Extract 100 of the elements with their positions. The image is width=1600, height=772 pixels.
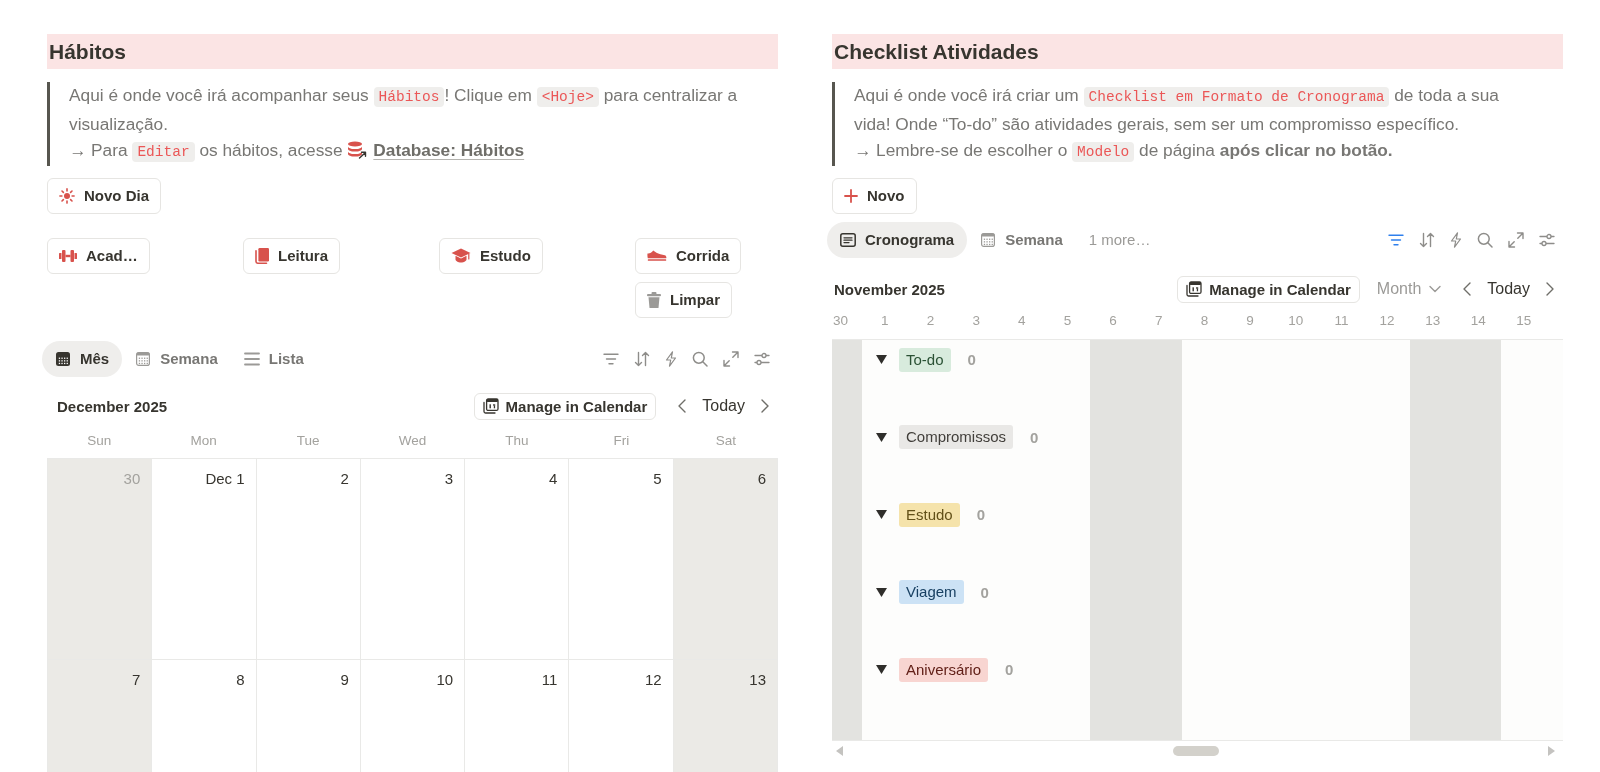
- chevron-down-icon: [1429, 285, 1442, 293]
- timeline-icon: [840, 232, 856, 247]
- timeline-day-label: 5: [1063, 313, 1072, 328]
- group-count: 0: [1030, 428, 1039, 446]
- sort-icon[interactable]: [634, 350, 650, 367]
- calendar-icon: [135, 350, 152, 367]
- disclosure-triangle-icon[interactable]: [876, 355, 887, 364]
- weekday-label: Thu: [505, 432, 529, 448]
- today-button[interactable]: Today: [702, 397, 745, 415]
- timeline-day-label: 3: [972, 313, 980, 328]
- sneaker-icon: [647, 250, 667, 261]
- timeline-day-label: 2: [926, 313, 935, 328]
- weekday-label: Sat: [715, 432, 736, 448]
- filter-icon[interactable]: [603, 352, 619, 365]
- day-number: 4: [549, 468, 558, 489]
- dumbbell-icon: [59, 249, 77, 262]
- timeline-day-label: 10: [1288, 313, 1304, 328]
- weekday-label: Tue: [296, 432, 320, 448]
- group-tag: To-do: [899, 347, 951, 372]
- view-tab[interactable]: Semana: [967, 221, 1076, 258]
- disclosure-triangle-icon[interactable]: [876, 510, 887, 520]
- database-icon: [347, 141, 368, 159]
- trash-icon: [647, 291, 661, 308]
- day-number: 12: [645, 669, 662, 690]
- timeline-day-label: 8: [1200, 313, 1209, 328]
- sun-icon: [59, 187, 75, 204]
- expand-icon[interactable]: [1508, 231, 1524, 248]
- plus-icon: [844, 188, 858, 203]
- disclosure-triangle-icon[interactable]: [876, 587, 887, 597]
- quote-text: → Lembre-se de escolher o Modelo de página após clicar no botão.: [854, 139, 1394, 164]
- book-icon: [255, 247, 269, 264]
- calendar-icon: [482, 398, 499, 414]
- section-heading: Hábitos: [47, 34, 778, 69]
- month-title: December 2025: [56, 397, 168, 415]
- habit-button[interactable]: Limpar: [635, 281, 732, 318]
- disclosure-triangle-icon[interactable]: [876, 432, 887, 442]
- lightning-icon[interactable]: [1450, 231, 1462, 248]
- weekday-label: Sun: [87, 432, 112, 448]
- disclosure-triangle-icon[interactable]: [876, 665, 887, 675]
- habit-button[interactable]: Corrida: [635, 237, 742, 274]
- day-number: 30: [123, 468, 141, 489]
- new-button[interactable]: Novo Dia: [47, 177, 161, 214]
- manage-calendar-button[interactable]: Manage in Calendar: [1177, 275, 1360, 303]
- day-number: 5: [653, 468, 662, 489]
- graduation-cap-icon: [451, 248, 471, 263]
- weekday-label: Wed: [398, 432, 427, 448]
- day-number: 8: [236, 669, 245, 690]
- day-number: 6: [757, 468, 766, 489]
- timeline-day-label: 6: [1109, 313, 1117, 328]
- search-icon[interactable]: [692, 350, 708, 367]
- group-count: 0: [980, 583, 989, 601]
- list-icon: [243, 351, 260, 366]
- view-tab[interactable]: Semana: [122, 340, 231, 377]
- chevron-right-icon[interactable]: [1546, 282, 1554, 296]
- group-tag: Aniversário: [899, 657, 989, 682]
- sliders-icon[interactable]: [754, 351, 770, 366]
- day-number: 3: [444, 468, 454, 489]
- habit-button[interactable]: Estudo: [439, 237, 543, 274]
- scroll-left-icon[interactable]: [836, 745, 843, 756]
- scrollbar-thumb[interactable]: [1172, 745, 1219, 756]
- expand-icon[interactable]: [723, 350, 739, 367]
- scroll-right-icon[interactable]: [1548, 745, 1555, 756]
- calendar-icon: [1186, 281, 1203, 297]
- section-heading: Checklist Atividades: [832, 34, 1563, 69]
- day-number: 9: [340, 669, 349, 690]
- search-icon[interactable]: [1477, 231, 1493, 248]
- group-count: 0: [976, 506, 986, 524]
- quote-text: Aqui é onde você irá acompanhar seus Hábitos ! Clique em <Hoje> para centralizar a visualização.: [69, 84, 739, 136]
- lightning-icon[interactable]: [665, 350, 677, 367]
- timeline-day-label: 15: [1516, 313, 1532, 328]
- quote-text: Aqui é onde você irá criar um Checklist em Formato de Cronograma de toda a sua vida! Onde “To-do” são atividades gerais, sem ser um compromisso específico.: [854, 84, 1500, 136]
- timeline-day-label: 7: [1155, 313, 1163, 328]
- habit-button[interactable]: Leitura: [243, 237, 340, 274]
- today-button[interactable]: Today: [1487, 280, 1530, 298]
- filter-icon[interactable]: [1388, 233, 1404, 246]
- day-number: 7: [131, 669, 141, 690]
- timeline-day-label: 4: [1018, 313, 1026, 328]
- sort-icon[interactable]: [1419, 231, 1435, 248]
- manage-calendar-button[interactable]: Manage in Calendar: [473, 392, 657, 420]
- new-button[interactable]: Novo: [832, 177, 917, 214]
- timeline-day-label: 30: [833, 313, 849, 328]
- timeline-day-label: 1: [881, 313, 889, 328]
- chevron-right-icon[interactable]: [761, 399, 769, 413]
- day-number: 11: [541, 669, 558, 690]
- view-tab[interactable]: Mês: [42, 340, 123, 377]
- timeline-day-label: 11: [1334, 313, 1349, 328]
- chevron-left-icon[interactable]: [1463, 282, 1472, 296]
- view-tab[interactable]: Cronograma: [827, 221, 968, 258]
- timeline-day-label: 12: [1379, 313, 1395, 328]
- weekday-label: Fri: [613, 432, 630, 448]
- habit-button[interactable]: Acad…: [47, 237, 150, 274]
- chevron-left-icon[interactable]: [678, 399, 687, 413]
- day-number: 2: [340, 468, 349, 489]
- sliders-icon[interactable]: [1539, 232, 1555, 247]
- group-count: 0: [967, 351, 976, 368]
- month-title: November 2025: [833, 280, 945, 298]
- database-link[interactable]: Database: Hábitos: [347, 140, 525, 160]
- group-tag: Viagem: [899, 580, 964, 605]
- group-count: 0: [1005, 661, 1014, 679]
- view-tab[interactable]: Lista: [230, 340, 317, 377]
